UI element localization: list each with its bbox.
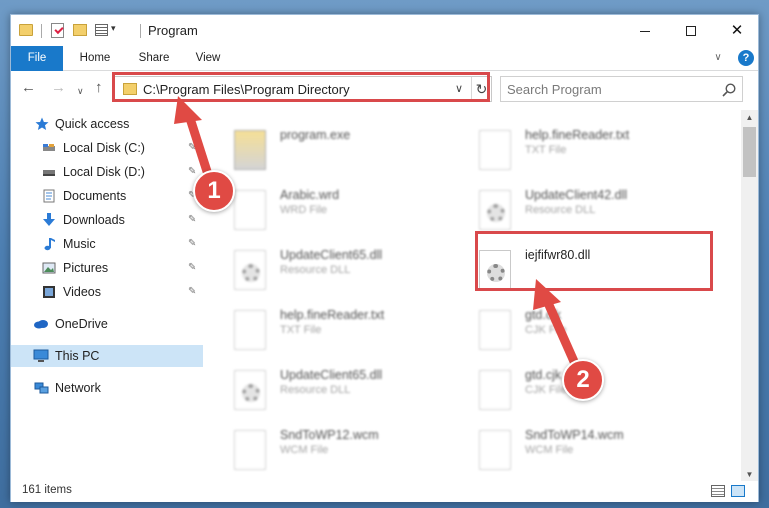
arrow-1-head: [174, 96, 202, 124]
arrow-2-head: [533, 279, 561, 310]
step-2-badge: 2: [562, 359, 604, 401]
step-1-badge: 1: [193, 170, 235, 212]
annotation-arrows: [174, 96, 585, 377]
